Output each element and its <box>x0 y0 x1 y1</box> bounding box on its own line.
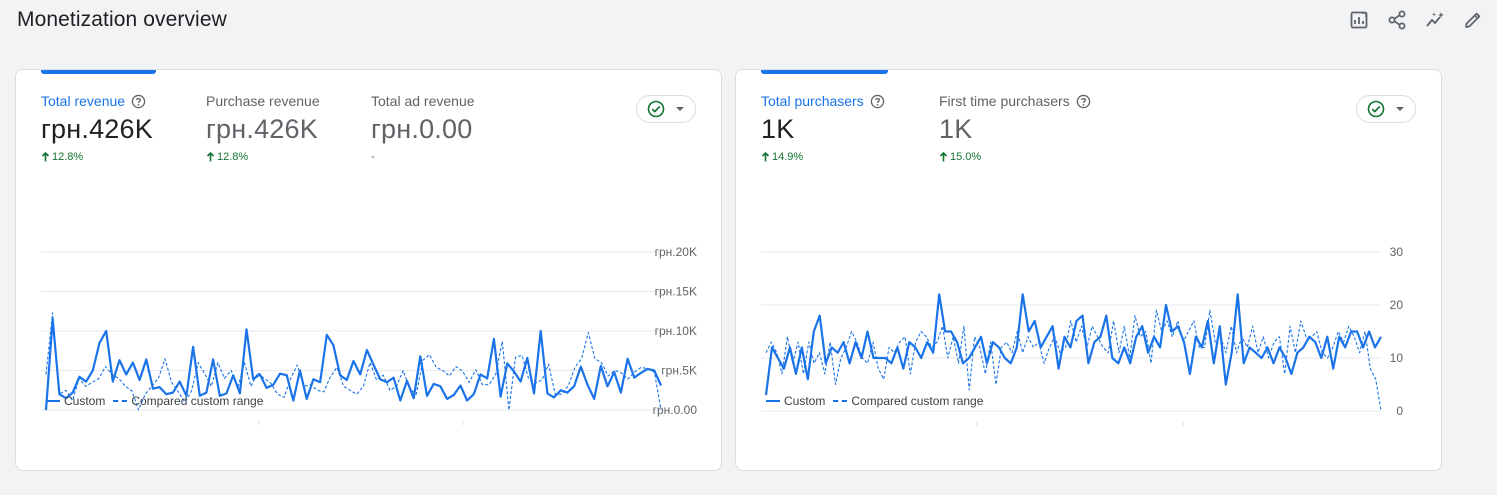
legend-item-compared[interactable]: Compared custom range <box>833 394 983 408</box>
y-tick-label: 30 <box>1390 245 1404 259</box>
metric-label: Purchase revenue <box>206 93 320 109</box>
metric-label: Total ad revenue <box>371 93 475 109</box>
y-tick-label: грн.10K <box>655 324 697 338</box>
legend-label: Compared custom range <box>851 394 984 408</box>
legend-item-current[interactable]: Custom <box>46 394 105 408</box>
metric-value: грн.426K <box>206 114 318 144</box>
metric-value: грн.426K <box>41 114 153 144</box>
y-tick-label: 0 <box>1396 404 1403 418</box>
insights-button[interactable] <box>1421 8 1449 32</box>
revenue-card: Total revenue грн.426K 12.8% Purchase re… <box>15 69 722 471</box>
legend-label: Compared custom range <box>131 394 264 408</box>
active-tab-indicator <box>41 70 156 74</box>
chart-legend: Custom Compared custom range <box>46 394 271 408</box>
page-title: Monetization overview <box>17 8 227 31</box>
caret-down-icon <box>676 107 684 111</box>
y-tick-label: 10 <box>1390 351 1404 365</box>
metric-value: грн.0.00 <box>371 114 473 144</box>
metric-value: 1K <box>939 114 973 144</box>
dashed-line-swatch <box>113 400 128 402</box>
solid-line-swatch <box>766 400 780 402</box>
caret-down-icon <box>1396 107 1404 111</box>
comparison-status-dropdown[interactable] <box>1356 95 1416 123</box>
legend-label: Custom <box>784 394 826 408</box>
help-icon[interactable] <box>1076 94 1091 109</box>
help-icon[interactable] <box>131 94 146 109</box>
metric-label: First time purchasers <box>939 93 1070 109</box>
y-tick-label: грн.15K <box>655 285 697 299</box>
y-tick-label: грн.20K <box>655 245 697 259</box>
legend-item-current[interactable]: Custom <box>766 394 825 408</box>
edit-button[interactable] <box>1459 8 1487 32</box>
legend-item-compared[interactable]: Compared custom range <box>113 394 263 408</box>
chart-legend: Custom Compared custom range <box>766 394 991 408</box>
legend-label: Custom <box>64 394 106 408</box>
share-icon <box>1388 10 1406 30</box>
edit-report-icon <box>1350 11 1368 29</box>
y-tick-label: 20 <box>1390 298 1404 312</box>
metric-value: 1K <box>761 114 795 144</box>
check-circle-icon <box>647 100 665 118</box>
insights-icon <box>1426 12 1444 27</box>
dashed-line-swatch <box>833 400 848 402</box>
comparison-status-dropdown[interactable] <box>636 95 696 123</box>
pencil-icon <box>1465 12 1481 28</box>
y-tick-label: грн.5K <box>661 364 697 378</box>
share-button[interactable] <box>1383 8 1411 32</box>
metric-label: Total revenue <box>41 93 126 109</box>
y-tick-label: грн.0.00 <box>653 403 698 417</box>
help-icon[interactable] <box>870 94 885 109</box>
active-tab-indicator <box>761 70 888 74</box>
metric-label: Total purchasers <box>761 93 864 109</box>
solid-line-swatch <box>46 400 60 402</box>
edit-report-button[interactable] <box>1345 8 1373 32</box>
header-toolbar <box>1345 8 1497 32</box>
purchasers-card: Total purchasers 1K 14.9% First time pur… <box>735 69 1442 471</box>
check-circle-icon <box>1367 100 1385 118</box>
